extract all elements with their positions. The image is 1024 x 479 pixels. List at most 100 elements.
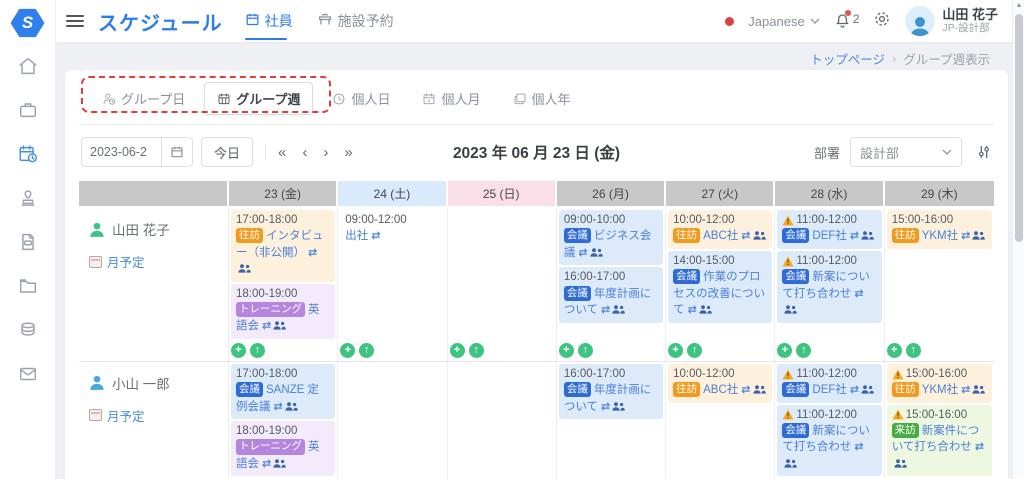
quick-add-button[interactable]: ↑ bbox=[250, 343, 265, 358]
quick-add-button[interactable]: ↑ bbox=[796, 343, 811, 358]
event[interactable]: 17:00-18:00 会議SANZE 定例会議⇄ bbox=[231, 364, 335, 419]
event-title[interactable]: 来訪新案件について打ち合わせ⇄ bbox=[892, 423, 987, 472]
day-cell[interactable]: +↑ bbox=[448, 362, 557, 479]
breadcrumb-home-link[interactable]: トップページ bbox=[810, 49, 885, 68]
event[interactable]: 11:00-12:00 会議新案について打ち合わせ⇄ bbox=[777, 405, 881, 477]
scrollbar-thumb[interactable] bbox=[1015, 14, 1023, 242]
day-cell[interactable]: 09:00-10:00 会議ビジネス会議⇄ 16:00-17:00 会議年度計画… bbox=[557, 208, 666, 361]
event[interactable]: 18:00-19:00 トレーニング英語会⇄ bbox=[231, 421, 335, 476]
tab-personal-year[interactable]: 個人年 bbox=[500, 82, 584, 115]
event[interactable]: 18:00-19:00 トレーニング英語会⇄ bbox=[231, 284, 335, 339]
event[interactable]: 10:00-12:00 往訪ABC社⇄ bbox=[668, 210, 772, 249]
add-event-button[interactable]: + bbox=[340, 343, 355, 358]
add-event-button[interactable]: + bbox=[559, 343, 574, 358]
event[interactable]: 16:00-17:00 会議年度計画について⇄ bbox=[559, 267, 663, 322]
event[interactable]: 17:00-18:00 往訪インタビュー（非公開）⇄ bbox=[231, 210, 335, 282]
event-title[interactable]: 会議作業のプロセスの改善について⇄ bbox=[673, 269, 767, 318]
event[interactable]: 10:00-12:00 往訪ABC社⇄ bbox=[668, 364, 772, 403]
day-cell[interactable]: 10:00-12:00 往訪ABC社⇄ +↑ bbox=[666, 362, 775, 479]
page-scrollbar[interactable]: ▲ bbox=[1012, 0, 1024, 479]
employee-name[interactable]: 山田 花子 bbox=[89, 219, 218, 239]
event-title[interactable]: 出社⇄ bbox=[345, 228, 439, 245]
tab-personal-day[interactable]: 個人日 bbox=[319, 82, 403, 115]
event[interactable]: 11:00-12:00 会議DEF社⇄ bbox=[777, 364, 881, 403]
tab-facility-reservation[interactable]: 施設予約 bbox=[317, 0, 394, 42]
briefcase-icon[interactable] bbox=[16, 98, 39, 121]
event-title[interactable]: 会議年度計画について⇄ bbox=[564, 382, 658, 415]
event-title[interactable]: 会議年度計画について⇄ bbox=[564, 286, 658, 319]
schedule-icon[interactable] bbox=[16, 142, 39, 165]
monthly-schedule-link[interactable]: 月予定 bbox=[89, 406, 218, 425]
tab-group-week[interactable]: グループ週 bbox=[204, 82, 313, 115]
tab-group-day[interactable]: グループ日 bbox=[89, 82, 198, 115]
event-title[interactable]: 往訪YKM社⇄ bbox=[892, 228, 987, 245]
add-event-button[interactable]: + bbox=[887, 343, 902, 358]
quick-add-button[interactable]: ↑ bbox=[469, 343, 484, 358]
nav-last-button[interactable]: » bbox=[344, 144, 352, 161]
date-input[interactable] bbox=[81, 137, 161, 167]
event-title[interactable]: 往訪ABC社⇄ bbox=[673, 382, 767, 399]
department-select[interactable]: 設計部 bbox=[850, 137, 962, 167]
day-cell[interactable]: +↑ bbox=[338, 362, 447, 479]
quick-add-button[interactable]: ↑ bbox=[687, 343, 702, 358]
nav-first-button[interactable]: « bbox=[278, 144, 286, 161]
event[interactable]: 16:00-17:00 会議年度計画について⇄ bbox=[559, 364, 663, 419]
day-cell[interactable]: 17:00-18:00 往訪インタビュー（非公開）⇄ 18:00-19:00 ト… bbox=[229, 208, 338, 361]
day-cell[interactable]: 15:00-16:00 往訪YKM社⇄ 15:00-16:00 来訪新案件につい… bbox=[885, 362, 994, 479]
app-logo[interactable]: S bbox=[11, 8, 45, 38]
hamburger-menu-icon[interactable] bbox=[66, 15, 84, 27]
stamp-icon[interactable] bbox=[16, 186, 39, 209]
day-cell[interactable]: 09:00-12:00 出社⇄ + ↑ bbox=[338, 208, 447, 361]
tab-personal-month[interactable]: 個人月 bbox=[409, 82, 493, 115]
document-icon[interactable] bbox=[16, 230, 39, 253]
event-title[interactable]: 会議ビジネス会議⇄ bbox=[564, 228, 658, 261]
nav-next-button[interactable]: › bbox=[323, 144, 328, 161]
quick-add-button[interactable]: ↑ bbox=[578, 343, 593, 358]
event[interactable]: 09:00-10:00 会議ビジネス会議⇄ bbox=[559, 210, 663, 265]
mail-icon[interactable] bbox=[16, 362, 39, 385]
quick-add-button[interactable]: ↑ bbox=[359, 343, 374, 358]
event[interactable]: 09:00-12:00 出社⇄ bbox=[340, 210, 444, 249]
event[interactable]: 15:00-16:00 来訪新案件について打ち合わせ⇄ bbox=[887, 405, 992, 477]
add-event-button[interactable]: + bbox=[668, 343, 683, 358]
settings-gear-icon[interactable] bbox=[873, 10, 891, 33]
event[interactable]: 11:00-12:00 会議DEF社⇄ bbox=[777, 210, 881, 249]
event-title[interactable]: トレーニング英語会⇄ bbox=[236, 302, 330, 335]
day-cell[interactable]: 11:00-12:00 会議DEF社⇄ 11:00-12:00 会議新案について… bbox=[775, 362, 884, 479]
day-cell[interactable]: +↑ bbox=[448, 208, 557, 361]
event[interactable]: 11:00-12:00 会議新案について打ち合わせ⇄ bbox=[777, 251, 881, 323]
add-event-button[interactable]: + bbox=[450, 343, 465, 358]
day-cell[interactable]: 17:00-18:00 会議SANZE 定例会議⇄ 18:00-19:00 トレ… bbox=[229, 362, 338, 479]
employee-name[interactable]: 小山 一郎 bbox=[89, 373, 218, 393]
day-cell[interactable]: 16:00-17:00 会議年度計画について⇄ +↑ bbox=[557, 362, 666, 479]
add-event-button[interactable]: + bbox=[231, 343, 246, 358]
event-title[interactable]: 会議SANZE 定例会議⇄ bbox=[236, 382, 330, 415]
home-icon[interactable] bbox=[16, 54, 39, 77]
tab-employees[interactable]: 社員 bbox=[245, 0, 293, 42]
monthly-schedule-link[interactable]: 月予定 bbox=[89, 252, 218, 271]
scroll-up-arrow[interactable]: ▲ bbox=[1015, 2, 1023, 9]
quick-add-button[interactable]: ↑ bbox=[906, 343, 921, 358]
day-cell[interactable]: 10:00-12:00 往訪ABC社⇄ 14:00-15:00 会議作業のプロセ… bbox=[666, 208, 775, 361]
filter-settings-icon[interactable] bbox=[976, 144, 992, 160]
language-selector[interactable]: Japanese bbox=[748, 14, 819, 29]
add-event-button[interactable]: + bbox=[777, 343, 792, 358]
event-title[interactable]: 往訪YKM社⇄ bbox=[892, 382, 987, 399]
date-picker-button[interactable] bbox=[161, 137, 193, 167]
coins-icon[interactable] bbox=[16, 318, 39, 341]
today-button[interactable]: 今日 bbox=[201, 137, 253, 167]
event-title[interactable]: 往訪ABC社⇄ bbox=[673, 228, 767, 245]
event[interactable]: 15:00-16:00 往訪YKM社⇄ bbox=[887, 364, 992, 403]
day-cell[interactable]: 11:00-12:00 会議DEF社⇄ 11:00-12:00 会議新案について… bbox=[775, 208, 884, 361]
event-title[interactable]: 会議DEF社⇄ bbox=[782, 228, 876, 245]
event-title[interactable]: 会議新案について打ち合わせ⇄ bbox=[782, 269, 876, 318]
event-title[interactable]: トレーニング英語会⇄ bbox=[236, 439, 330, 472]
user-menu[interactable]: 山田 花子 JP-設計部 bbox=[905, 6, 998, 36]
folder-icon[interactable] bbox=[16, 274, 39, 297]
event-title[interactable]: 会議DEF社⇄ bbox=[782, 382, 876, 399]
notifications-button[interactable]: 2 bbox=[834, 12, 860, 30]
nav-prev-button[interactable]: ‹ bbox=[302, 144, 307, 161]
event-title[interactable]: 会議新案について打ち合わせ⇄ bbox=[782, 423, 876, 472]
event-title[interactable]: 往訪インタビュー（非公開）⇄ bbox=[236, 228, 330, 277]
event[interactable]: 14:00-15:00 会議作業のプロセスの改善について⇄ bbox=[668, 251, 772, 323]
